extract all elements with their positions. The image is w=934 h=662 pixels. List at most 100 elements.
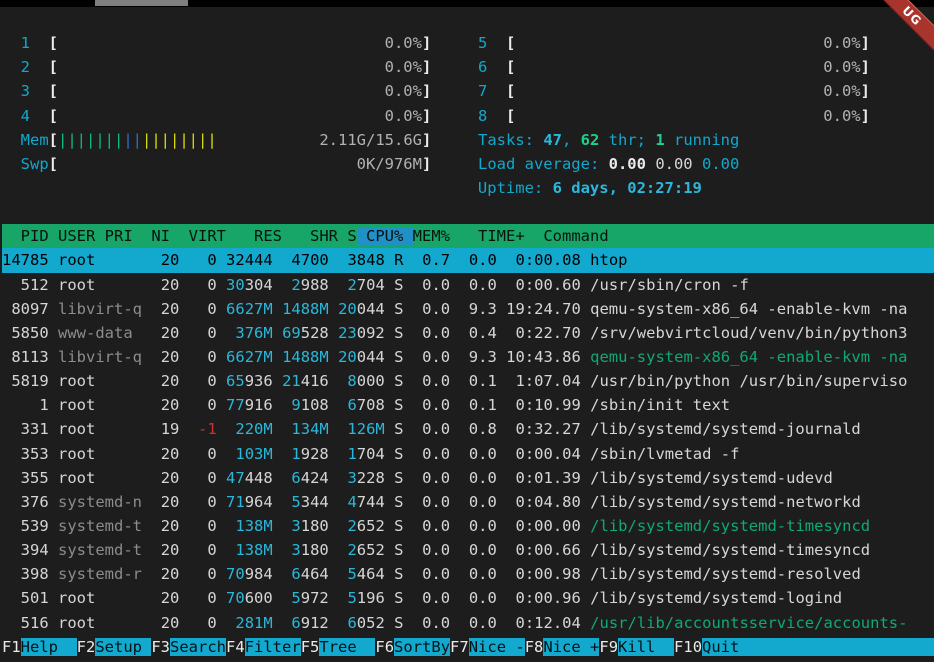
fkey-f10[interactable]: F10Quit: [674, 638, 934, 656]
process-row-398[interactable]: 398 systemd-r 20 0 70984 6464 5464 S 0.0…: [2, 562, 934, 586]
process-row-539[interactable]: 539 systemd-t 20 0 138M 3180 2652 S 0.0 …: [2, 514, 934, 538]
meter-open-bracket: [: [506, 82, 515, 100]
mem-value: 092: [357, 324, 385, 342]
process-row-512[interactable]: 512 root 20 0 30304 2988 2704 S 0.0 0.0 …: [2, 273, 934, 297]
pad: [282, 251, 291, 269]
column-header-s[interactable]: S: [338, 227, 357, 245]
column-header-pid[interactable]: PID: [2, 227, 49, 245]
cpu-meter-row: 3 [ 0.0%] 7 [ 0.0%]: [2, 79, 934, 103]
fkey-f8[interactable]: F8Nice +: [525, 638, 600, 656]
process-row-394[interactable]: 394 systemd-t 20 0 138M 3180 2652 S 0.0 …: [2, 538, 934, 562]
process-row-8113[interactable]: 8113 libvirt-q 20 0 6627M 1488M 20044 S …: [2, 345, 934, 369]
sep: [142, 445, 151, 463]
sep: [179, 372, 188, 390]
time-cell: 10:43.86: [506, 348, 581, 366]
user-cell: libvirt-q: [58, 348, 142, 366]
mem-value-prefix: 3: [291, 541, 300, 559]
process-row-5850[interactable]: 5850 www-data 20 0 376M 69528 23092 S 0.…: [2, 321, 934, 345]
column-header-time[interactable]: TIME+: [450, 227, 534, 245]
meter-close-bracket: ]: [422, 107, 431, 125]
mem-value-prefix: 47: [226, 469, 245, 487]
sep: [581, 324, 590, 342]
mem-value-prefix: 71: [226, 493, 245, 511]
meter-close-bracket: ]: [422, 34, 431, 52]
process-row-331[interactable]: 331 root 19 -1 220M 134M 126M S 0.0 0.8 …: [2, 417, 934, 441]
meter-fill: [58, 155, 357, 173]
fkey-f2[interactable]: F2Setup: [77, 638, 152, 656]
pid-cell: 1: [2, 396, 49, 414]
process-row-1[interactable]: 1 root 20 0 77916 9108 6708 S 0.0 0.1 0:…: [2, 393, 934, 417]
user-cell: root: [58, 589, 142, 607]
fkey-f3[interactable]: F3Search: [151, 638, 226, 656]
column-header-cpu%[interactable]: CPU%: [357, 227, 413, 245]
sep: [329, 517, 338, 535]
sep: [403, 348, 412, 366]
fkey-f6-key: F6: [375, 638, 394, 656]
sep: [179, 420, 188, 438]
cpu-percent-cell: 0.0: [413, 469, 450, 487]
pid-cell: 376: [2, 493, 49, 511]
pid-cell: 8097: [2, 300, 49, 318]
column-header-command[interactable]: Command: [534, 227, 609, 245]
mem-value: 220M: [235, 420, 272, 438]
column-header-shr[interactable]: SHR: [282, 227, 338, 245]
sep: [329, 276, 338, 294]
sep: [581, 469, 590, 487]
fkey-f4[interactable]: F4Filter: [226, 638, 301, 656]
column-header-ni[interactable]: NI: [133, 227, 170, 245]
cpu-percent-cell: 0.0: [413, 276, 450, 294]
process-row-5819[interactable]: 5819 root 20 0 65936 21416 8000 S 0.0 0.…: [2, 369, 934, 393]
meter-open-bracket: [: [49, 107, 58, 125]
mem-value: 126M: [347, 420, 384, 438]
process-row-516[interactable]: 516 root 20 0 281M 6912 6052 S 0.0 0.0 0…: [2, 611, 934, 635]
uptime-value: 6 days, 02:27:19: [553, 179, 702, 197]
meter-fill: [58, 107, 385, 125]
fkey-f1[interactable]: F1Help: [2, 638, 77, 656]
sep: [385, 396, 394, 414]
mem-percent-cell: 0.0: [459, 445, 496, 463]
column-header-res[interactable]: RES: [226, 227, 282, 245]
meter-open-bracket: [: [506, 58, 515, 76]
column-header-user[interactable]: USER: [49, 227, 96, 245]
pad: [226, 614, 235, 632]
process-row-355[interactable]: 355 root 20 0 47448 6424 3228 S 0.0 0.0 …: [2, 466, 934, 490]
mem-value: 1488M: [282, 300, 329, 318]
indent: [2, 34, 21, 52]
mem-value: 103M: [235, 445, 272, 463]
mem-percent-cell: 0.1: [459, 372, 496, 390]
sep: [217, 348, 226, 366]
fkey-f7[interactable]: F7Nice -: [450, 638, 525, 656]
process-row-353[interactable]: 353 root 20 0 103M 1928 1704 S 0.0 0.0 0…: [2, 442, 934, 466]
user-cell: root: [58, 372, 142, 390]
process-row-8097[interactable]: 8097 libvirt-q 20 0 6627M 1488M 20044 S …: [2, 297, 934, 321]
process-row-501[interactable]: 501 root 20 0 70600 5972 5196 S 0.0 0.0 …: [2, 586, 934, 610]
mem-value-prefix: 20: [338, 300, 357, 318]
fkey-f8-label: Nice +: [543, 638, 599, 656]
sep: [179, 517, 188, 535]
fkey-f5[interactable]: F5Tree: [301, 638, 376, 656]
pri-cell: 20: [151, 565, 179, 583]
gap: [431, 82, 478, 100]
sep: [403, 324, 412, 342]
mem-value: 700: [301, 251, 329, 269]
threads-word: thr;: [599, 131, 655, 149]
mem-percent-cell: 9.3: [459, 300, 496, 318]
gap: [693, 155, 702, 173]
process-row-376[interactable]: 376 systemd-n 20 0 71964 5344 4744 S 0.0…: [2, 490, 934, 514]
mem-bar-blue: ||: [123, 131, 142, 149]
sep: [497, 445, 506, 463]
sep: [581, 541, 590, 559]
ni-cell: 0: [189, 493, 217, 511]
fkey-f4-key: F4: [226, 638, 245, 656]
process-row-14785[interactable]: 14785 root 20 0 32444 4700 3848 R 0.7 0.…: [2, 248, 934, 272]
mem-value: 964: [245, 493, 273, 511]
fkey-f9[interactable]: F9Kill: [599, 638, 674, 656]
pid-cell: 355: [2, 469, 49, 487]
column-header-virt[interactable]: VIRT: [170, 227, 226, 245]
sep: [273, 300, 282, 318]
column-header-pri[interactable]: PRI: [95, 227, 132, 245]
column-header-mem[interactable]: MEM%: [413, 227, 450, 245]
cpu-label-4: 4: [21, 107, 49, 125]
mem-value: 134M: [291, 420, 328, 438]
fkey-f6[interactable]: F6SortBy: [375, 638, 450, 656]
